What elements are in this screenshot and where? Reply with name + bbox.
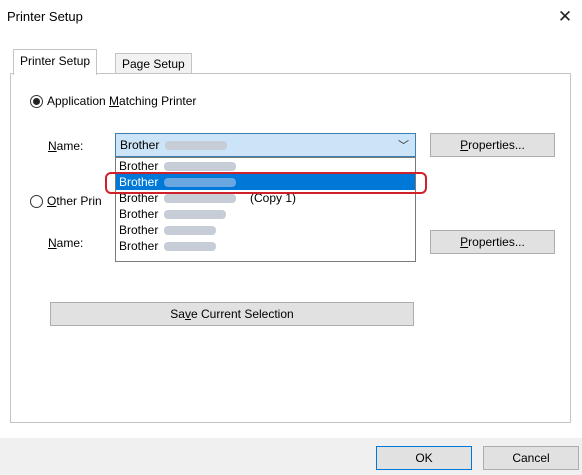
save-current-selection-button[interactable]: Save Current Selection [50,302,414,326]
radio-label: Other Prin [47,194,102,208]
radio-checked[interactable] [30,94,43,108]
dialog-footer: OK Cancel [0,438,582,475]
dropdown-item[interactable]: Brother [116,238,415,254]
ok-button[interactable]: OK [376,446,472,470]
combobox-value: Brother [120,138,228,152]
dropdown-item[interactable]: Brother [116,222,415,238]
cancel-button[interactable]: Cancel [483,446,579,470]
window-title: Printer Setup [7,9,83,24]
radio-unchecked[interactable] [30,194,43,208]
tab-printer-setup[interactable]: Printer Setup [13,49,98,75]
radio-label: Application Matching Printer [47,94,197,108]
chevron-down-icon[interactable]: ﹀ [398,137,409,153]
application-matching-printer-radio[interactable]: Application Matching Printer [30,94,196,108]
other-printer-radio[interactable]: Other Prin [30,194,102,208]
tab-page-setup[interactable]: Page Setup [115,53,192,74]
dropdown-item[interactable]: Brother [116,206,415,222]
tab-label: Page Setup [122,57,185,71]
name-label: Name: [48,139,84,153]
title-bar: Printer Setup ✕ [0,0,582,36]
properties-button[interactable]: Properties... [430,133,555,157]
annotation-highlight [105,172,427,194]
properties-button-other[interactable]: Properties... [430,230,555,254]
name-label-other: Name: [48,236,84,250]
tab-label: Printer Setup [20,54,91,68]
printer-name-combobox[interactable]: Brother ﹀ [115,133,416,157]
close-icon[interactable]: ✕ [552,4,578,30]
